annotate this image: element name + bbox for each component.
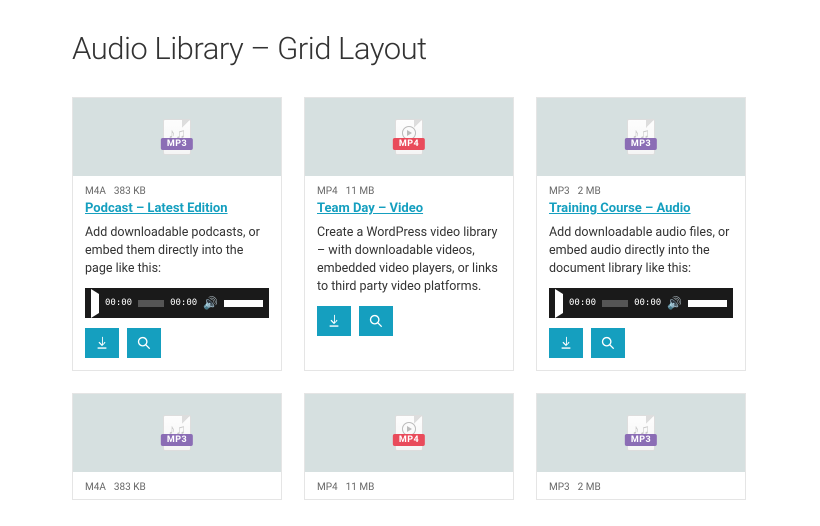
audio-player[interactable]: 00:00 00:00 🔊 bbox=[85, 288, 269, 318]
library-grid: ♪♫ MP3 M4A 383 KB Podcast – Latest Editio… bbox=[72, 97, 748, 371]
play-icon[interactable] bbox=[91, 294, 99, 313]
player-time-total: 00:00 bbox=[170, 298, 197, 308]
file-format: M4A bbox=[85, 482, 106, 493]
preview-button[interactable] bbox=[359, 306, 393, 336]
speaker-icon[interactable]: 🔊 bbox=[667, 296, 682, 310]
card-title-link[interactable]: Training Course – Audio bbox=[549, 201, 733, 218]
download-button[interactable] bbox=[317, 306, 351, 336]
player-time-current: 00:00 bbox=[569, 298, 596, 308]
volume-bar[interactable] bbox=[224, 300, 263, 307]
card-thumbnail: MP4 bbox=[305, 394, 513, 472]
search-icon bbox=[601, 336, 615, 350]
library-card: ♪♫ MP3 MP3 2 MB bbox=[536, 393, 746, 500]
file-type-badge: MP4 bbox=[393, 434, 425, 446]
card-description: Create a WordPress video library – with … bbox=[317, 224, 501, 297]
file-type-badge: MP3 bbox=[161, 138, 193, 150]
file-icon: ♪♫ MP3 bbox=[163, 119, 191, 155]
card-thumbnail: ♪♫ MP3 bbox=[537, 98, 745, 176]
card-thumbnail: MP4 bbox=[305, 98, 513, 176]
file-type-badge: MP4 bbox=[393, 138, 425, 150]
file-type-badge: MP3 bbox=[161, 434, 193, 446]
card-thumbnail: ♪♫ MP3 bbox=[537, 394, 745, 472]
preview-button[interactable] bbox=[127, 328, 161, 358]
file-format: MP4 bbox=[317, 186, 338, 197]
card-description: Add downloadable audio files, or embed a… bbox=[549, 224, 733, 278]
card-title-link[interactable]: Podcast – Latest Edition bbox=[85, 201, 269, 218]
file-type-badge: MP3 bbox=[625, 434, 657, 446]
file-type-badge: MP3 bbox=[625, 138, 657, 150]
file-format: MP4 bbox=[317, 482, 338, 493]
file-size: 383 KB bbox=[114, 186, 146, 197]
file-format: MP3 bbox=[549, 186, 570, 197]
card-meta: M4A 383 KB bbox=[85, 482, 269, 493]
library-card: ♪♫ MP3 MP3 2 MB Training Course – Audio A… bbox=[536, 97, 746, 371]
player-time-total: 00:00 bbox=[634, 298, 661, 308]
download-icon bbox=[95, 336, 109, 350]
player-progress-bar[interactable] bbox=[138, 300, 164, 307]
file-format: M4A bbox=[85, 186, 106, 197]
download-icon bbox=[327, 314, 341, 328]
file-icon: MP4 bbox=[395, 119, 423, 155]
file-size: 2 MB bbox=[578, 482, 601, 493]
play-icon[interactable] bbox=[555, 294, 563, 313]
card-thumbnail: ♪♫ MP3 bbox=[73, 394, 281, 472]
card-meta: MP4 11 MB bbox=[317, 482, 501, 493]
card-actions bbox=[317, 306, 501, 336]
speaker-icon[interactable]: 🔊 bbox=[203, 296, 218, 310]
volume-bar[interactable] bbox=[688, 300, 727, 307]
search-icon bbox=[369, 314, 383, 328]
card-meta: MP3 2 MB bbox=[549, 482, 733, 493]
file-size: 11 MB bbox=[346, 186, 375, 197]
download-button[interactable] bbox=[549, 328, 583, 358]
library-card: ♪♫ MP3 M4A 383 KB Podcast – Latest Editio… bbox=[72, 97, 282, 371]
search-icon bbox=[137, 336, 151, 350]
card-meta: MP4 11 MB bbox=[317, 186, 501, 197]
page-title: Audio Library – Grid Layout bbox=[72, 30, 748, 67]
file-size: 2 MB bbox=[578, 186, 601, 197]
player-progress-bar[interactable] bbox=[602, 300, 628, 307]
card-meta: MP3 2 MB bbox=[549, 186, 733, 197]
library-card: ♪♫ MP3 M4A 383 KB bbox=[72, 393, 282, 500]
library-grid-row: ♪♫ MP3 M4A 383 KB MP4 MP4 11 MB bbox=[72, 393, 748, 500]
player-time-current: 00:00 bbox=[105, 298, 132, 308]
card-thumbnail: ♪♫ MP3 bbox=[73, 98, 281, 176]
file-icon: MP4 bbox=[395, 415, 423, 451]
card-title-link[interactable]: Team Day – Video bbox=[317, 201, 501, 218]
file-icon: ♪♫ MP3 bbox=[627, 119, 655, 155]
audio-player[interactable]: 00:00 00:00 🔊 bbox=[549, 288, 733, 318]
preview-button[interactable] bbox=[591, 328, 625, 358]
card-actions bbox=[85, 328, 269, 358]
library-card: MP4 MP4 11 MB bbox=[304, 393, 514, 500]
download-icon bbox=[559, 336, 573, 350]
file-size: 11 MB bbox=[346, 482, 375, 493]
file-size: 383 KB bbox=[114, 482, 146, 493]
card-meta: M4A 383 KB bbox=[85, 186, 269, 197]
download-button[interactable] bbox=[85, 328, 119, 358]
card-actions bbox=[549, 328, 733, 358]
file-icon: ♪♫ MP3 bbox=[163, 415, 191, 451]
card-description: Add downloadable podcasts, or embed them… bbox=[85, 224, 269, 278]
file-format: MP3 bbox=[549, 482, 570, 493]
library-card: MP4 MP4 11 MB Team Day – Video Create a W… bbox=[304, 97, 514, 371]
file-icon: ♪♫ MP3 bbox=[627, 415, 655, 451]
